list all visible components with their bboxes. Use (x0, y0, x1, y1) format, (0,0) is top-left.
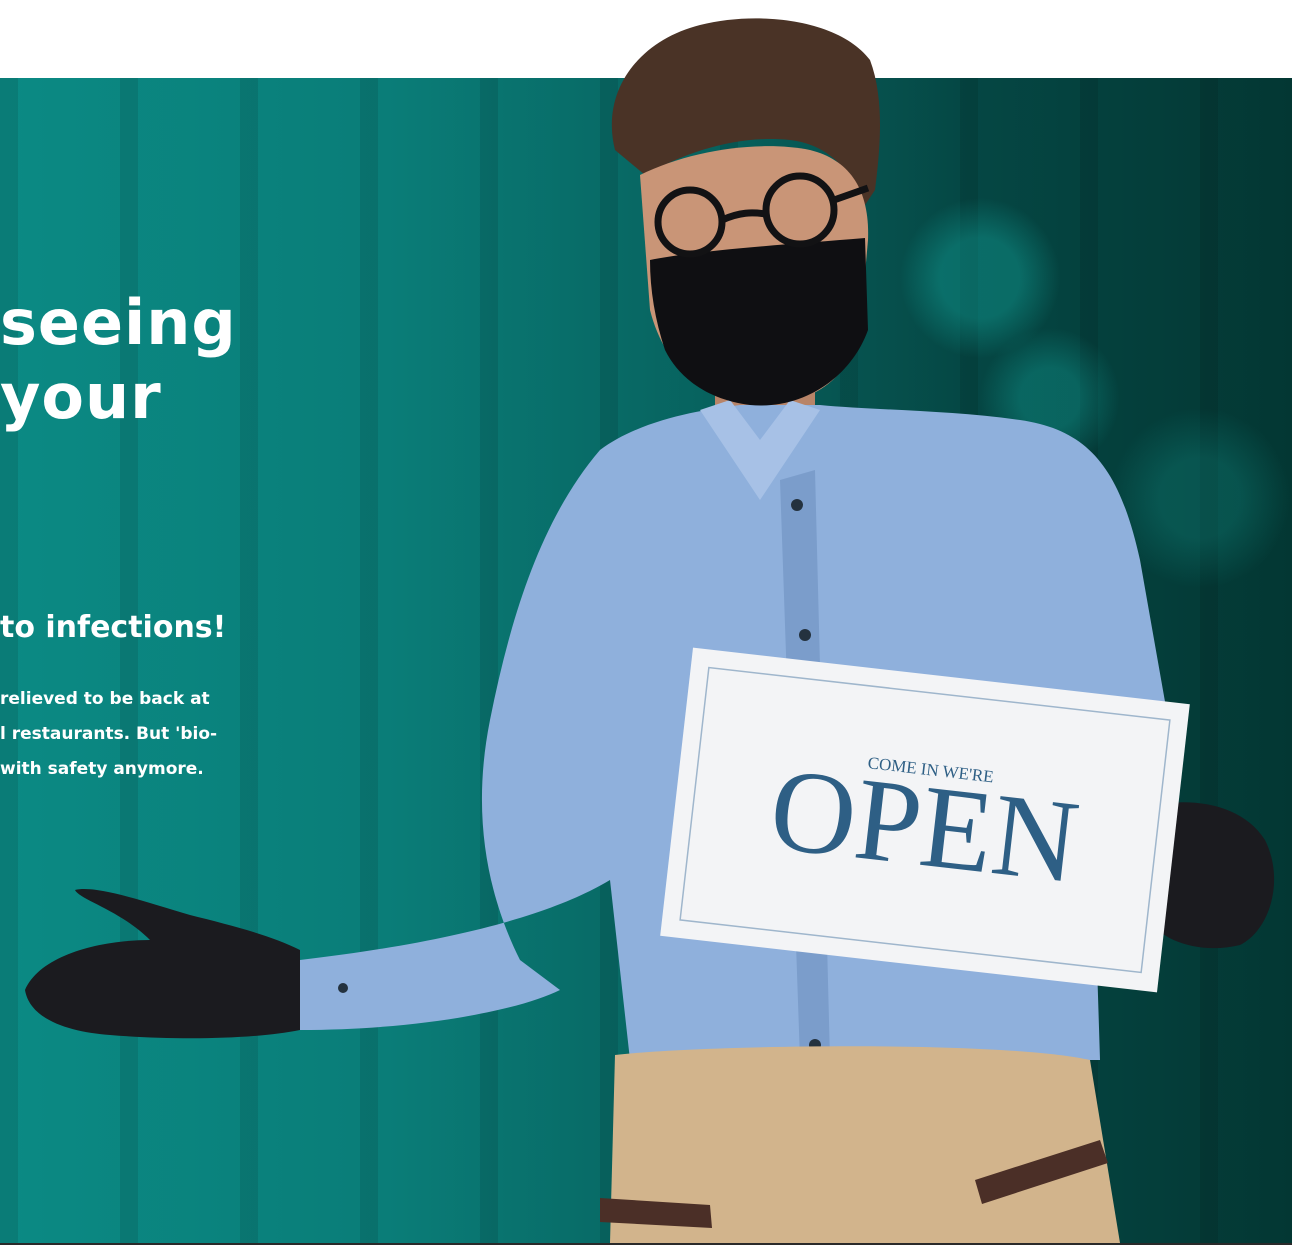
shirt-button (799, 629, 811, 641)
open-sign: COME IN WE'RE OPEN (660, 647, 1190, 993)
paragraph-line-3: with safety anymore. (0, 759, 204, 779)
paragraph-line-1: relieved to be back at (0, 689, 210, 709)
hero-paragraph: relieved to be back at l restaurants. Bu… (0, 682, 217, 787)
cuff-button (338, 983, 348, 993)
bottom-divider (0, 1243, 1292, 1245)
left-glove (25, 889, 300, 1039)
paragraph-line-2: l restaurants. But 'bio- (0, 724, 218, 744)
hero-subheading: to infections! (0, 610, 227, 645)
mask (650, 238, 868, 406)
shirt-button (791, 499, 803, 511)
